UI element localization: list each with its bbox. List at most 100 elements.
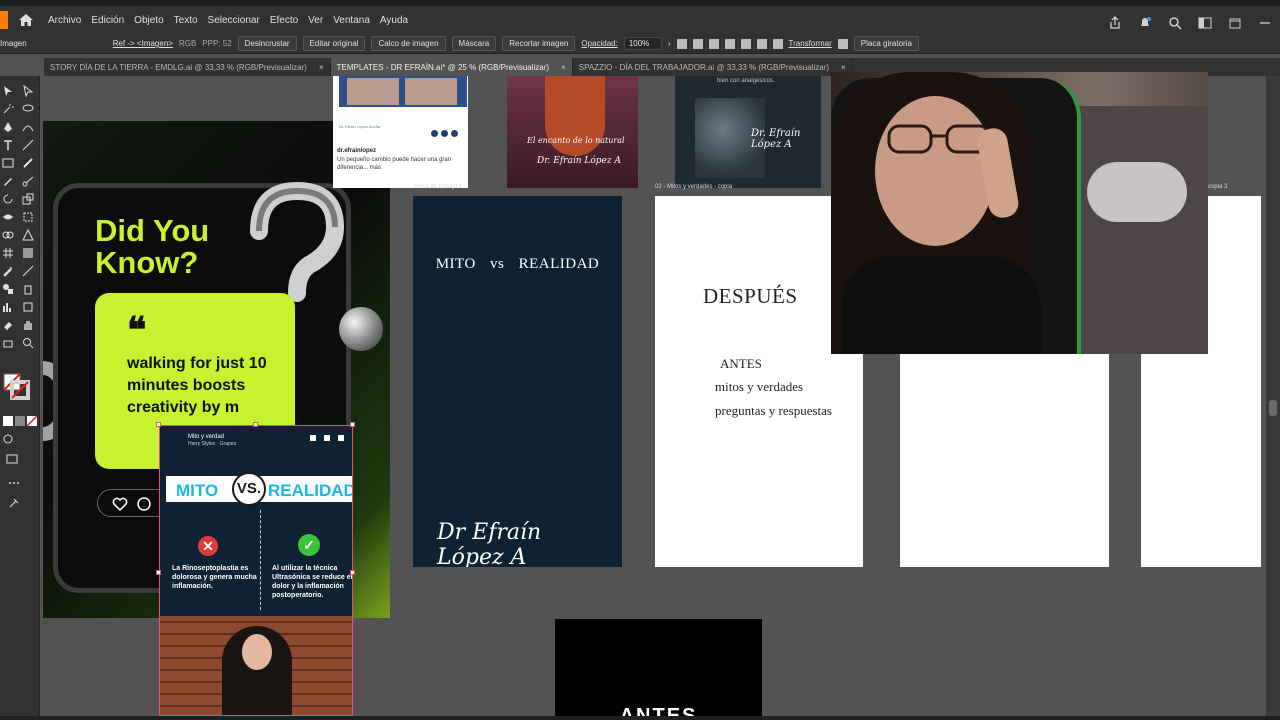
magic-wand-icon[interactable] <box>2 102 14 114</box>
rotate-view-button[interactable]: Placa giratoria <box>853 36 919 51</box>
selection-handle[interactable] <box>350 570 355 575</box>
free-transform-icon[interactable] <box>22 210 34 222</box>
close-icon[interactable]: × <box>561 63 566 72</box>
menu-ventana[interactable]: Ventana <box>333 15 370 26</box>
lasso-tool-icon[interactable] <box>22 102 34 114</box>
align-middle-icon[interactable] <box>756 38 767 49</box>
crop-image-button[interactable]: Recortar imagen <box>502 36 576 51</box>
placed-image-mito-vs-realidad[interactable]: Mito y verdad Harry Styles · Grapes MITO… <box>159 425 353 716</box>
screen-mode-icon[interactable] <box>6 452 18 464</box>
align-center-icon[interactable] <box>708 38 719 49</box>
close-icon[interactable]: × <box>319 63 324 72</box>
mesh-tool-icon[interactable] <box>2 246 14 258</box>
edit-toolbar-icon[interactable] <box>8 496 20 508</box>
before-after-photos <box>339 76 467 107</box>
menu-ver[interactable]: Ver <box>308 15 323 26</box>
home-icon[interactable] <box>18 13 34 27</box>
unlink-button[interactable]: Desincrustar <box>237 36 297 51</box>
selection-handle[interactable] <box>350 422 355 427</box>
align-options-icon[interactable] <box>676 38 687 49</box>
scale-tool-icon[interactable] <box>22 192 34 205</box>
column-graph-icon[interactable] <box>2 300 14 312</box>
line-tool-icon[interactable] <box>22 138 34 151</box>
isolate-icon[interactable] <box>837 38 848 49</box>
menu-edicion[interactable]: Edición <box>91 15 124 26</box>
rectangle-tool-icon[interactable] <box>2 156 14 168</box>
person-on-couch <box>1087 162 1187 222</box>
selection-handle[interactable] <box>156 422 161 427</box>
align-left-icon[interactable] <box>692 38 703 49</box>
linked-file-link[interactable]: Ref -> <Imagen> <box>113 39 173 48</box>
curvature-tool-icon[interactable] <box>22 120 34 132</box>
selection-handle[interactable] <box>253 422 258 427</box>
transform-link[interactable]: Transformar <box>789 39 832 48</box>
draw-mode-icon[interactable] <box>2 432 14 444</box>
align-top-icon[interactable] <box>740 38 751 49</box>
align-bottom-icon[interactable] <box>772 38 783 49</box>
pen-tool-icon[interactable] <box>2 120 14 132</box>
blend-tool-icon[interactable] <box>2 282 14 294</box>
quote-mark-icon: ❝ <box>127 309 147 351</box>
symbol-sprayer-icon[interactable] <box>22 282 34 295</box>
color-mode-icon[interactable] <box>2 414 14 426</box>
scissors-tool-icon[interactable] <box>22 174 34 187</box>
tab-spazzio-dia-del-trabajador[interactable]: SPAZZIO - DÍA DEL TRABAJADOR.ai @ 33,33 … <box>573 58 853 76</box>
gradient-tool-icon[interactable] <box>22 246 34 258</box>
artboard-encanto-natural[interactable]: El encanto de lo natural Dr. Efraín Lópe… <box>507 76 638 188</box>
mask-button[interactable]: Máscara <box>451 36 497 51</box>
artboard-antes[interactable]: ANTES <box>555 619 762 720</box>
selection-handle[interactable] <box>156 570 161 575</box>
close-icon[interactable]: × <box>841 63 846 72</box>
none-mode-icon[interactable] <box>26 414 38 427</box>
minimize-icon[interactable] <box>1258 16 1272 30</box>
menu-objeto[interactable]: Objeto <box>134 15 163 26</box>
search-icon[interactable] <box>1168 16 1182 30</box>
artboard-post-before-after[interactable]: Dr. Efraín López Acuña dr.efrainlopez Un… <box>333 76 468 188</box>
type-tool-icon[interactable] <box>2 138 14 150</box>
workspace-icon[interactable] <box>1198 16 1212 30</box>
shape-builder-icon[interactable] <box>2 228 14 240</box>
tab-templates-dr-efrain[interactable]: TEMPLATES - DR EFRAÍN.ai* @ 25 % (RGB/Pr… <box>330 58 573 76</box>
scrollbar-thumb[interactable] <box>1269 400 1277 416</box>
artboard-mito-vs-realidad[interactable]: MITO vs REALIDAD Dr Efraín López A <box>413 196 622 567</box>
zoom-tool-icon[interactable] <box>22 336 34 349</box>
menu-texto[interactable]: Texto <box>174 15 198 26</box>
print-tiling-icon[interactable] <box>2 336 14 348</box>
menu-efecto[interactable]: Efecto <box>270 15 298 26</box>
width-tool-icon[interactable] <box>2 210 14 222</box>
menu-seleccionar[interactable]: Seleccionar <box>208 15 260 26</box>
vs-badge: VS. <box>232 472 266 506</box>
measure-tool-icon[interactable] <box>22 264 34 277</box>
brush-tool-icon[interactable] <box>22 156 34 168</box>
chevron-right-icon[interactable]: › <box>668 39 671 48</box>
eraser-tool-icon[interactable] <box>2 318 14 330</box>
menu-right-icons <box>1100 12 1280 34</box>
tab-story-dia-de-la-tierra[interactable]: STORY DÍA DE LA TIERRA - EMDLG.ai @ 33,3… <box>44 58 331 76</box>
edit-original-button[interactable]: Editar original <box>302 36 366 51</box>
caption-topline: bien con analgésicos. <box>717 78 775 84</box>
restore-window-icon[interactable] <box>1228 16 1242 30</box>
fill-stroke-swatch[interactable] <box>2 372 30 400</box>
more-tools-icon[interactable] <box>8 476 20 488</box>
vertical-scrollbar[interactable] <box>1266 76 1280 716</box>
notifications-icon[interactable] <box>1138 16 1152 30</box>
hand-tool-icon[interactable] <box>22 318 34 330</box>
direct-selection-tool-icon[interactable] <box>22 84 34 98</box>
streamer-face <box>875 96 995 246</box>
align-right-icon[interactable] <box>724 38 735 49</box>
image-trace-button[interactable]: Calco de imagen <box>371 36 446 51</box>
pencil-tool-icon[interactable] <box>2 174 14 186</box>
perspective-grid-icon[interactable] <box>22 228 34 241</box>
pause-icon <box>324 435 330 441</box>
selection-tool-icon[interactable] <box>2 84 14 96</box>
share-icon[interactable] <box>1108 16 1122 30</box>
eyedropper-icon[interactable] <box>2 264 14 277</box>
rotate-tool-icon[interactable] <box>2 192 14 204</box>
menu-ayuda[interactable]: Ayuda <box>380 15 408 26</box>
menu-archivo[interactable]: Archivo <box>48 15 81 26</box>
opacity-input[interactable]: 100% <box>623 37 662 50</box>
artboard-tool-icon[interactable] <box>22 300 34 312</box>
gradient-mode-icon[interactable] <box>14 414 26 426</box>
opacity-label[interactable]: Opacidad: <box>581 39 617 48</box>
artboard-surgery-photo[interactable]: bien con analgésicos. Dr. Efraín López A <box>675 76 821 188</box>
